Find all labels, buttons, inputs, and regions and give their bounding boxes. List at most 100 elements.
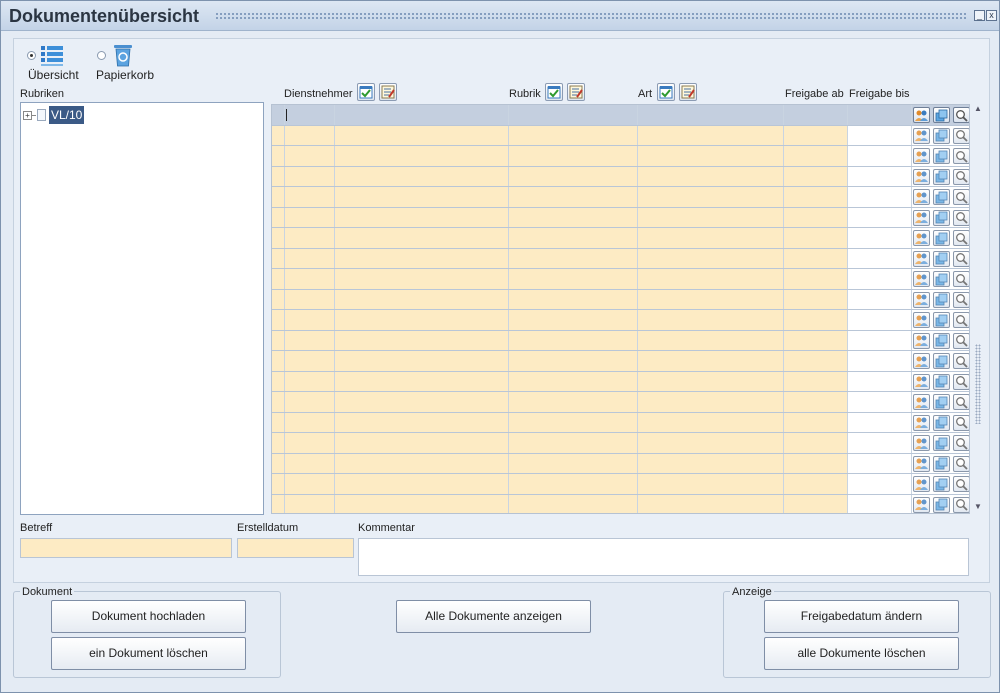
- table-row[interactable]: [272, 453, 969, 474]
- freigabe-bis-cell[interactable]: [848, 474, 912, 494]
- magnifier-icon[interactable]: [953, 455, 969, 472]
- freigabe-bis-cell[interactable]: [848, 187, 912, 207]
- rubrik-cell[interactable]: [509, 371, 638, 391]
- magnifier-icon[interactable]: [953, 312, 969, 328]
- name-cell[interactable]: [335, 310, 509, 330]
- freigabe-ab-cell[interactable]: [784, 228, 848, 248]
- copy-icon[interactable]: [933, 127, 950, 144]
- freigabe-bis-cell[interactable]: [848, 166, 912, 186]
- table-row[interactable]: [272, 330, 969, 351]
- scroll-up-arrow[interactable]: ▲: [973, 104, 983, 114]
- copy-icon[interactable]: [933, 148, 950, 164]
- rubrik-cell[interactable]: [509, 289, 638, 309]
- checklist-icon[interactable]: [657, 83, 675, 101]
- magnifier-icon[interactable]: [953, 168, 969, 185]
- row-marker-cell[interactable]: [272, 453, 285, 473]
- art-cell[interactable]: [638, 248, 784, 268]
- dienstnehmer-cell[interactable]: [285, 494, 335, 513]
- dienstnehmer-cell[interactable]: [285, 474, 335, 494]
- art-cell[interactable]: [638, 207, 784, 227]
- rubrik-cell[interactable]: [509, 228, 638, 248]
- rubrik-cell[interactable]: [509, 453, 638, 473]
- row-marker-cell[interactable]: [272, 310, 285, 330]
- user-group-icon[interactable]: [913, 107, 930, 123]
- user-group-icon[interactable]: [913, 127, 930, 144]
- name-cell[interactable]: [335, 248, 509, 268]
- name-cell[interactable]: [335, 453, 509, 473]
- freigabe-bis-cell[interactable]: [848, 269, 912, 289]
- row-marker-cell[interactable]: [272, 125, 285, 145]
- rubrik-cell[interactable]: [509, 351, 638, 371]
- dienstnehmer-cell[interactable]: [285, 371, 335, 391]
- table-row[interactable]: [272, 187, 969, 208]
- magnifier-icon[interactable]: [953, 230, 969, 246]
- rubrik-cell[interactable]: [509, 269, 638, 289]
- close-button[interactable]: x: [986, 10, 997, 21]
- rubrik-cell[interactable]: [509, 412, 638, 432]
- dienstnehmer-cell[interactable]: [285, 412, 335, 432]
- magnifier-icon[interactable]: [953, 291, 969, 308]
- freigabe-ab-cell[interactable]: [784, 392, 848, 412]
- show-all-documents-button[interactable]: Alle Dokumente anzeigen: [396, 600, 591, 633]
- tree-node-vl10[interactable]: + VL/10: [23, 106, 85, 124]
- dienstnehmer-cell[interactable]: [285, 146, 335, 166]
- view-option-overview[interactable]: Übersicht: [25, 43, 81, 83]
- freigabe-ab-cell[interactable]: [784, 433, 848, 453]
- art-cell[interactable]: [638, 330, 784, 350]
- user-group-icon[interactable]: [913, 435, 930, 451]
- row-marker-cell[interactable]: [272, 330, 285, 350]
- upload-document-button[interactable]: Dokument hochladen: [51, 600, 246, 633]
- table-row[interactable]: [272, 289, 969, 310]
- table-row[interactable]: [272, 433, 969, 454]
- magnifier-icon[interactable]: [953, 209, 969, 226]
- table-row[interactable]: [272, 351, 969, 372]
- freigabe-bis-cell[interactable]: [848, 412, 912, 432]
- column-header-art[interactable]: Art: [638, 88, 652, 100]
- magnifier-icon[interactable]: [953, 414, 969, 431]
- freigabe-bis-cell[interactable]: [848, 310, 912, 330]
- delete-document-button[interactable]: ein Dokument löschen: [51, 637, 246, 670]
- dienstnehmer-cell[interactable]: [285, 269, 335, 289]
- magnifier-icon[interactable]: [953, 394, 969, 410]
- table-row[interactable]: [272, 310, 969, 331]
- copy-icon[interactable]: [933, 373, 950, 390]
- rubrik-cell[interactable]: [509, 310, 638, 330]
- copy-icon[interactable]: [933, 168, 950, 185]
- freigabe-ab-cell[interactable]: [784, 289, 848, 309]
- copy-icon[interactable]: [933, 291, 950, 308]
- grid-scrollbar[interactable]: ▲ ▼: [972, 104, 984, 514]
- user-group-icon[interactable]: [913, 414, 930, 431]
- freigabe-ab-cell[interactable]: [784, 453, 848, 473]
- rubrik-cell[interactable]: [509, 146, 638, 166]
- user-group-icon[interactable]: [913, 373, 930, 390]
- freigabe-ab-cell[interactable]: [784, 146, 848, 166]
- magnifier-icon[interactable]: [953, 373, 969, 390]
- name-cell[interactable]: [335, 474, 509, 494]
- delete-all-documents-button[interactable]: alle Dokumente löschen: [764, 637, 959, 670]
- freigabe-bis-cell[interactable]: [848, 392, 912, 412]
- art-cell[interactable]: [638, 351, 784, 371]
- freigabe-bis-cell[interactable]: [848, 248, 912, 268]
- art-cell[interactable]: [638, 494, 784, 513]
- copy-icon[interactable]: [933, 476, 950, 492]
- row-marker-cell[interactable]: [272, 248, 285, 268]
- rubrik-cell[interactable]: [509, 187, 638, 207]
- copy-icon[interactable]: [933, 230, 950, 246]
- table-row[interactable]: [272, 146, 969, 167]
- magnifier-icon[interactable]: [953, 148, 969, 164]
- freigabe-bis-cell[interactable]: [848, 330, 912, 350]
- copy-icon[interactable]: [933, 353, 950, 369]
- rubrik-cell[interactable]: [509, 474, 638, 494]
- rubrik-cell[interactable]: [509, 207, 638, 227]
- erstelldatum-field[interactable]: [237, 538, 354, 558]
- freigabe-ab-cell[interactable]: [784, 166, 848, 186]
- dienstnehmer-cell[interactable]: [285, 105, 335, 125]
- view-option-recycle-bin[interactable]: Papierkorb: [95, 43, 157, 83]
- copy-icon[interactable]: [933, 435, 950, 451]
- row-marker-cell[interactable]: [272, 392, 285, 412]
- name-cell[interactable]: [335, 105, 509, 125]
- rubrik-cell[interactable]: [509, 166, 638, 186]
- betreff-field[interactable]: [20, 538, 232, 558]
- freigabe-ab-cell[interactable]: [784, 371, 848, 391]
- table-row[interactable]: [272, 228, 969, 249]
